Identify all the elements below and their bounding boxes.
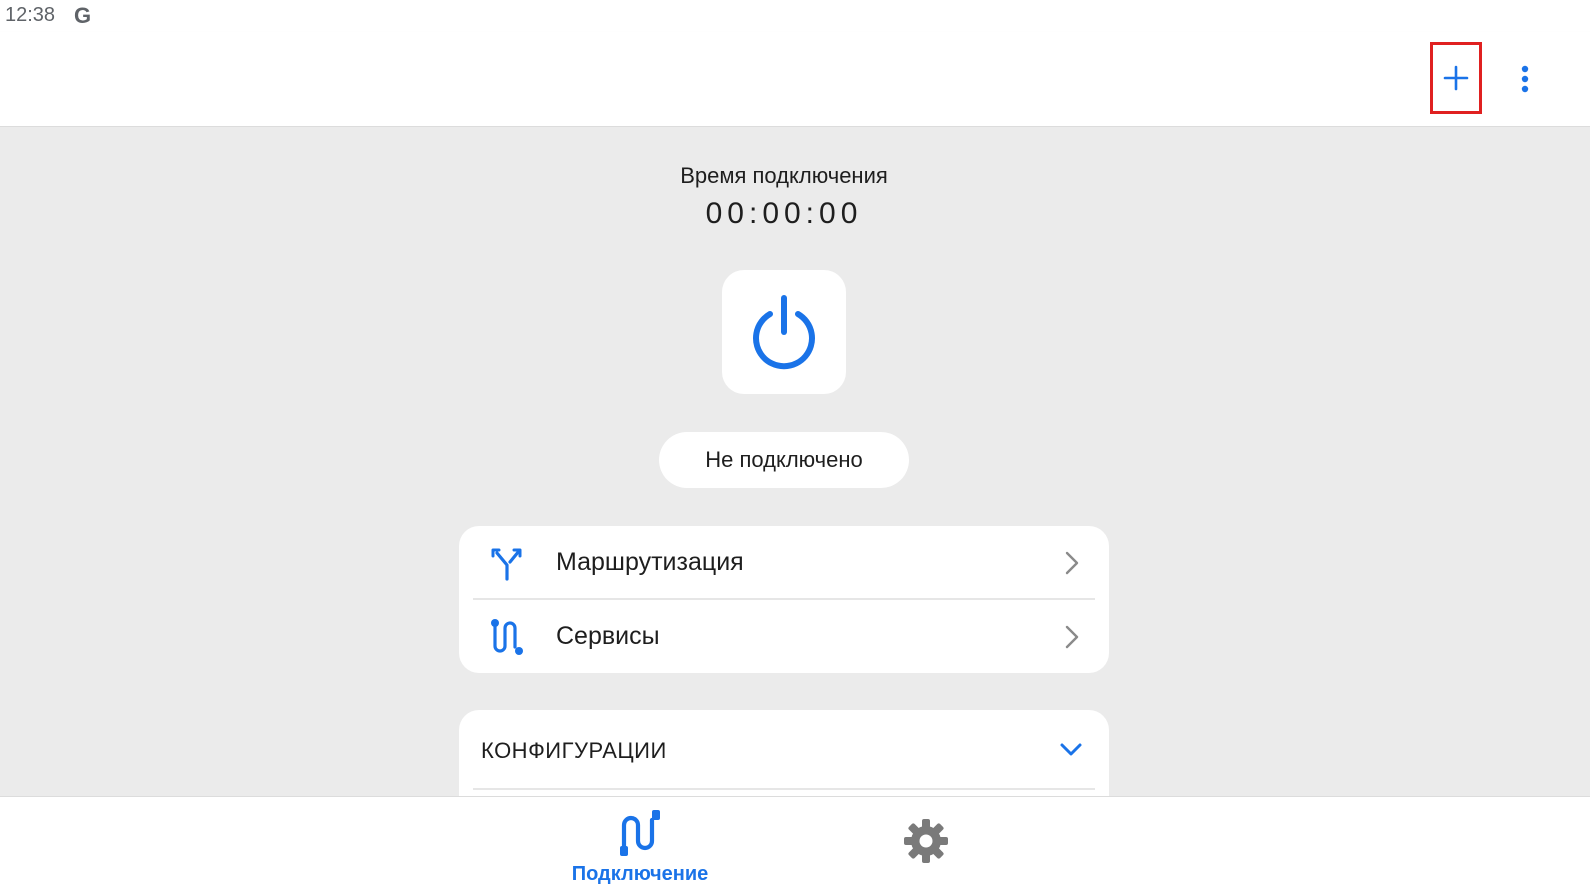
status-bar: 12:38 G	[0, 0, 1590, 32]
connection-time-label: Время подключения	[680, 163, 888, 188]
tab-connection[interactable]: Подключение	[560, 805, 720, 889]
menu-item-routing[interactable]: Маршрутизация	[459, 526, 1109, 599]
add-configuration-button[interactable]	[1430, 42, 1482, 114]
connection-icon	[620, 810, 660, 856]
divider	[473, 788, 1095, 790]
status-time: 12:38	[5, 4, 56, 26]
power-button[interactable]	[722, 270, 846, 394]
connection-status-badge: Не подключено	[659, 432, 909, 488]
plus-icon	[1443, 65, 1469, 91]
bottom-navigation: Подключение	[0, 796, 1590, 892]
more-options-button[interactable]	[1505, 57, 1545, 101]
services-icon	[489, 618, 525, 655]
menu-card: Маршрутизация Сервисы	[459, 526, 1109, 673]
configurations-card: КОНФИГУРАЦИИ	[459, 710, 1109, 797]
tab-label: Подключение	[571, 863, 709, 885]
menu-item-label: Сервисы	[556, 622, 660, 650]
tab-settings[interactable]	[896, 811, 956, 871]
connection-timer: 00:00:00	[705, 197, 863, 230]
app-bar	[0, 32, 1590, 127]
google-icon: G	[74, 3, 92, 28]
chevron-right-icon	[1060, 625, 1084, 649]
power-icon	[753, 295, 815, 370]
menu-item-services[interactable]: Сервисы	[459, 600, 1109, 673]
more-vert-icon	[1521, 65, 1529, 93]
gear-icon	[904, 819, 948, 863]
chevron-down-icon	[1060, 743, 1082, 756]
chevron-right-icon	[1060, 551, 1084, 575]
menu-item-label: Маршрутизация	[556, 548, 744, 576]
routing-icon	[489, 545, 525, 581]
app-screen: 12:38 G Время подключения 00:00:00 Не по…	[0, 0, 1590, 892]
main-content: Время подключения 00:00:00 Не подключено	[0, 127, 1590, 797]
configurations-toggle[interactable]	[1057, 738, 1085, 762]
configurations-title: КОНФИГУРАЦИИ	[481, 738, 667, 763]
